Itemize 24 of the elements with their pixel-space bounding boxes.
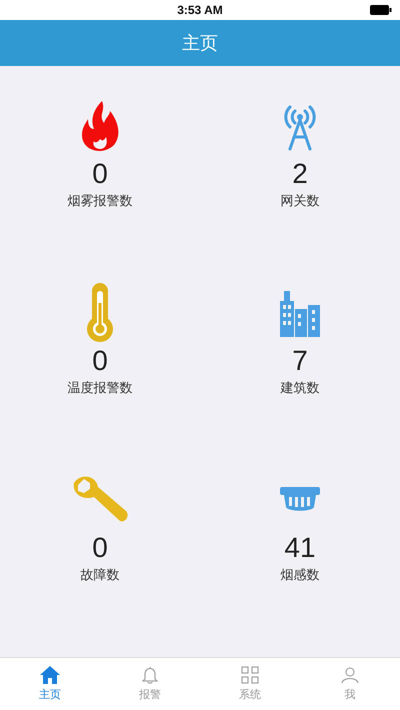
- stat-label: 烟感数: [280, 567, 320, 584]
- stat-value: 2: [292, 158, 308, 190]
- tab-item[interactable]: 报警: [100, 658, 200, 710]
- stat-label: 烟雾报警数: [68, 193, 132, 210]
- tab-item[interactable]: 我: [300, 658, 400, 710]
- thermometer-icon: [85, 283, 115, 343]
- tab-item[interactable]: 主页: [0, 658, 100, 710]
- stat-label: 网关数: [280, 193, 320, 210]
- stat-value: 0: [92, 158, 108, 190]
- person-icon: [341, 666, 359, 684]
- stat-label: 建筑数: [280, 380, 320, 397]
- battery-icon: [370, 5, 392, 15]
- bell-icon: [141, 666, 159, 684]
- stat-label: 故障数: [80, 567, 120, 584]
- status-time: 3:53 AM: [177, 3, 223, 17]
- stat-value: 7: [292, 345, 308, 377]
- tab-item[interactable]: 系统: [200, 658, 300, 710]
- stat-value: 0: [92, 345, 108, 377]
- home-icon: [40, 666, 60, 684]
- stat-label: 温度报警数: [68, 380, 132, 397]
- stat-value: 41: [284, 532, 316, 564]
- stat-value: 0: [92, 532, 108, 564]
- grid-icon: [241, 666, 259, 684]
- page-title: 主页: [182, 32, 218, 55]
